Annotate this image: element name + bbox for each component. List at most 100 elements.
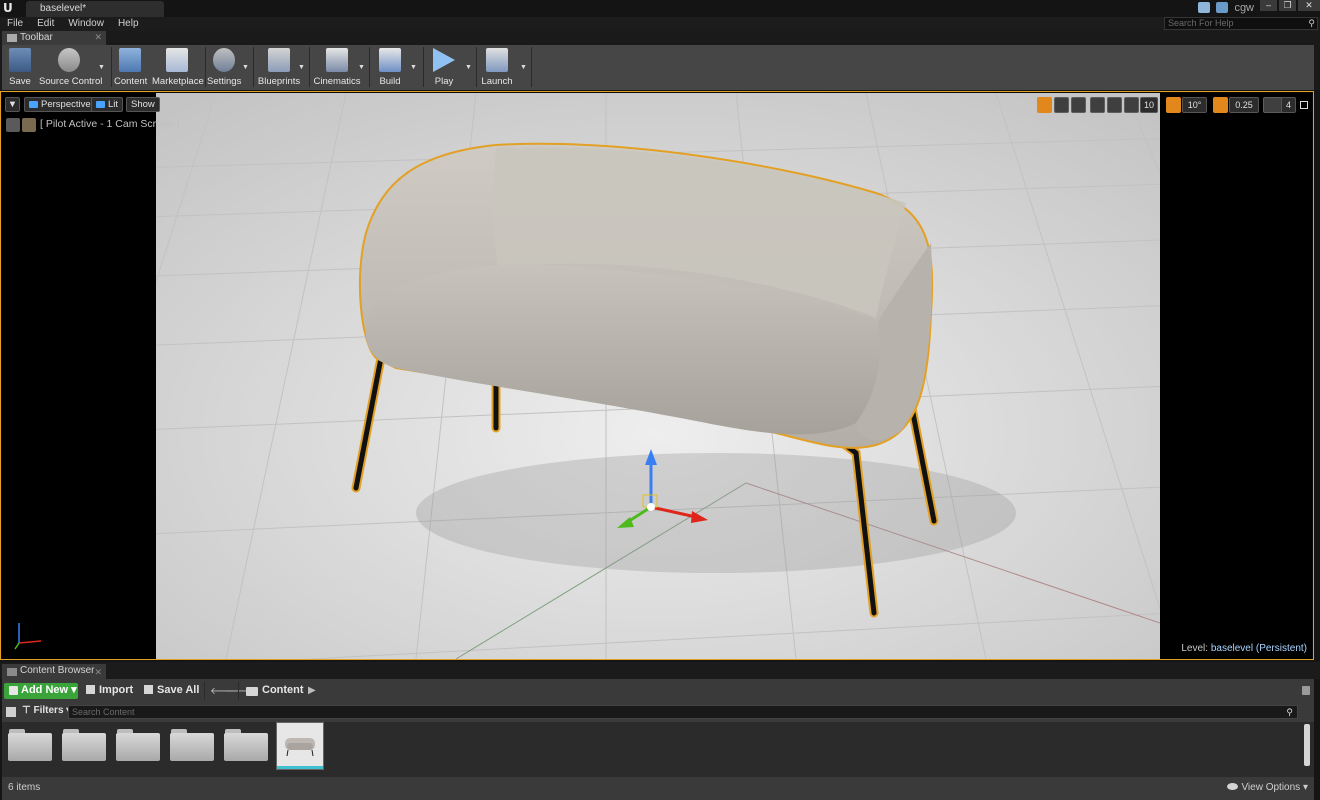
sofa-thumbnail-icon bbox=[277, 723, 323, 767]
blueprints-button[interactable]: Blueprints bbox=[256, 46, 302, 88]
save-all-label: Save All bbox=[157, 684, 200, 696]
level-indicator: Level: baselevel (Persistent) bbox=[1181, 643, 1307, 654]
save-icon bbox=[9, 48, 31, 72]
lit-button[interactable]: Lit bbox=[91, 97, 124, 112]
source-control-icon bbox=[58, 48, 80, 72]
folder-tile[interactable] bbox=[62, 728, 106, 762]
content-browser-panel: Add New ▾ Import Save All 🡐 🡒 Content ▶ … bbox=[2, 679, 1314, 800]
perspective-button[interactable]: Perspective bbox=[24, 97, 96, 112]
source-control-button[interactable]: Source Control bbox=[39, 46, 103, 88]
main-toolbar: Save Source Control ▼ Content Marketplac… bbox=[0, 45, 1320, 90]
sources-panel-icon[interactable] bbox=[6, 707, 16, 717]
camera-speed-icon[interactable] bbox=[1263, 97, 1283, 113]
eject-icon[interactable] bbox=[6, 118, 20, 132]
chat-icon[interactable] bbox=[1198, 2, 1210, 13]
close-tab-icon[interactable]: ✕ bbox=[94, 665, 102, 679]
viewport-options-button[interactable]: ▼ bbox=[5, 97, 20, 112]
scale-snap-icon[interactable] bbox=[1213, 97, 1228, 113]
path-chevron-icon[interactable]: ▶ bbox=[308, 685, 316, 696]
show-button[interactable]: Show bbox=[126, 97, 160, 112]
lit-label: Lit bbox=[108, 99, 119, 110]
blueprints-icon bbox=[268, 48, 290, 72]
lock-icon[interactable] bbox=[1302, 686, 1310, 695]
blueprints-dropdown-icon[interactable]: ▼ bbox=[298, 64, 305, 71]
source-control-dropdown-icon[interactable]: ▼ bbox=[98, 64, 105, 71]
menu-edit[interactable]: Edit bbox=[37, 17, 54, 31]
content-label: Content bbox=[114, 76, 148, 87]
tab-toolbar[interactable]: Toolbar ✕ bbox=[2, 31, 106, 45]
add-new-button[interactable]: Add New ▾ bbox=[4, 683, 78, 699]
settings-dropdown-icon[interactable]: ▼ bbox=[242, 64, 249, 71]
camera-lock-icon[interactable] bbox=[22, 118, 36, 132]
level-viewport[interactable]: ▼ Perspective Lit Show [ Pilot Active - … bbox=[0, 91, 1314, 660]
rotation-snap-value[interactable]: 10° bbox=[1182, 97, 1207, 113]
play-button[interactable]: Play bbox=[428, 46, 460, 88]
clapperboard-icon bbox=[326, 48, 348, 72]
cinematics-dropdown-icon[interactable]: ▼ bbox=[358, 64, 365, 71]
eye-icon bbox=[1227, 783, 1239, 790]
save-button[interactable]: Save bbox=[4, 46, 36, 88]
grid-snap-value[interactable]: 10 bbox=[1140, 97, 1158, 113]
search-content-input[interactable]: Search Content ⚲ bbox=[68, 705, 1298, 719]
cinematics-button[interactable]: Cinematics bbox=[311, 46, 363, 88]
level-document-tab[interactable]: baselevel* bbox=[26, 1, 164, 17]
feedback-icon[interactable] bbox=[1216, 2, 1228, 13]
save-all-button[interactable]: Save All bbox=[144, 683, 199, 699]
help-search-input[interactable]: Search For Help ⚲ bbox=[1164, 17, 1318, 30]
view-options-button[interactable]: View Options ▾ bbox=[1227, 782, 1308, 793]
close-button[interactable]: ✕ bbox=[1298, 0, 1320, 11]
perspective-icon bbox=[29, 100, 38, 108]
world-axis-gizmo-icon bbox=[14, 623, 42, 650]
close-tab-icon[interactable]: ✕ bbox=[94, 31, 102, 44]
launch-button[interactable]: Launch bbox=[479, 46, 515, 88]
scale-snap-value[interactable]: 0.25 bbox=[1229, 97, 1259, 113]
content-button[interactable]: Content bbox=[114, 46, 148, 88]
asset-scrollbar[interactable] bbox=[1304, 724, 1310, 766]
folder-tile[interactable] bbox=[170, 728, 214, 762]
folder-tile[interactable] bbox=[224, 728, 268, 762]
marketplace-button[interactable]: Marketplace bbox=[152, 46, 204, 88]
content-browser-tab-label: Content Browser bbox=[20, 665, 95, 676]
camera-speed-value[interactable]: 4 bbox=[1281, 97, 1296, 113]
settings-button[interactable]: Settings bbox=[207, 46, 241, 88]
menu-file[interactable]: File bbox=[7, 17, 23, 31]
world-local-icon[interactable] bbox=[1090, 97, 1105, 113]
help-search-placeholder: Search For Help bbox=[1168, 18, 1234, 28]
launch-label: Launch bbox=[481, 76, 513, 87]
maximize-button[interactable]: ❐ bbox=[1279, 0, 1296, 11]
play-label: Play bbox=[434, 76, 454, 87]
level-name: baselevel (Persistent) bbox=[1210, 643, 1307, 654]
grid-snap-icon[interactable] bbox=[1124, 97, 1139, 113]
launch-dropdown-icon[interactable]: ▼ bbox=[520, 64, 527, 71]
import-label: Import bbox=[99, 684, 134, 696]
show-label: Show bbox=[131, 99, 155, 110]
maximize-viewport-icon[interactable] bbox=[1300, 101, 1308, 109]
menu-help[interactable]: Help bbox=[118, 17, 139, 31]
tab-content-browser[interactable]: Content Browser ✕ bbox=[2, 664, 106, 679]
save-label: Save bbox=[9, 76, 31, 87]
tab-toolbar-label: Toolbar bbox=[20, 32, 53, 43]
folder-tile[interactable] bbox=[116, 728, 160, 762]
play-dropdown-icon[interactable]: ▼ bbox=[465, 64, 472, 71]
pilot-label: [ Pilot Active - 1 Cam Screen ] bbox=[40, 118, 180, 130]
launch-icon bbox=[486, 48, 508, 72]
translate-icon[interactable] bbox=[1037, 97, 1052, 113]
filters-button[interactable]: ⊤ Filters ▾ bbox=[22, 705, 71, 716]
marketplace-icon bbox=[166, 48, 188, 72]
scene-view[interactable] bbox=[156, 93, 1160, 659]
scale-icon[interactable] bbox=[1071, 97, 1086, 113]
surface-snap-icon[interactable] bbox=[1107, 97, 1122, 113]
build-button[interactable]: Build bbox=[374, 46, 406, 88]
folder-tile[interactable] bbox=[8, 728, 52, 762]
build-dropdown-icon[interactable]: ▼ bbox=[410, 64, 417, 71]
rotation-snap-icon[interactable] bbox=[1166, 97, 1181, 113]
sofa-asset-thumbnail[interactable] bbox=[276, 722, 324, 770]
minimize-button[interactable]: – bbox=[1260, 0, 1277, 11]
path-content[interactable]: Content bbox=[262, 683, 304, 699]
content-browser-tab-icon bbox=[7, 668, 17, 676]
menu-window[interactable]: Window bbox=[68, 17, 104, 31]
view-options-label: View Options bbox=[1241, 782, 1301, 793]
rotate-icon[interactable] bbox=[1054, 97, 1069, 113]
source-control-label: Source Control bbox=[39, 76, 103, 87]
import-button[interactable]: Import bbox=[86, 683, 133, 699]
